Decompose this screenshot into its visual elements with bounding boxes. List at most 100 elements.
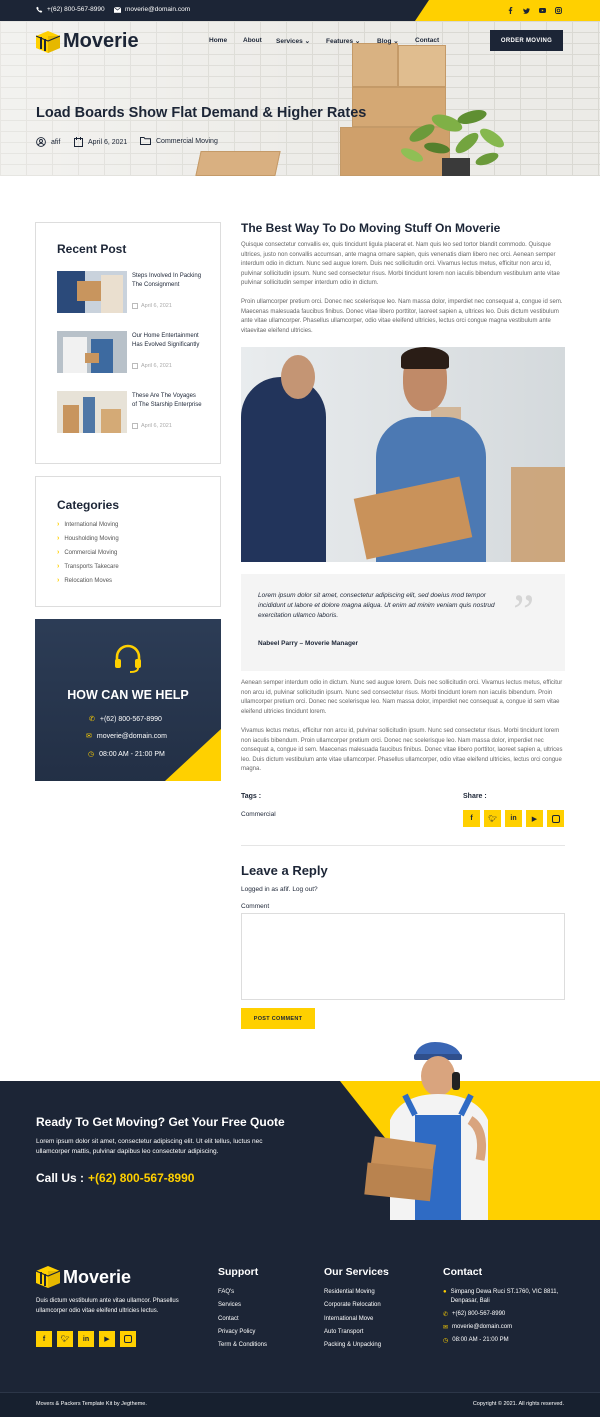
tag-link[interactable]: Commercial [241,811,276,818]
page-title: Load Boards Show Flat Demand & Higher Ra… [36,105,367,121]
category-item[interactable]: › Transports Takecare [57,563,119,570]
linkedin-icon[interactable]: in [78,1331,94,1347]
help-phone[interactable]: ✆ +(62) 800-567-8990 [89,715,162,724]
help-email[interactable]: ✉ moverie@domain.com [86,732,168,741]
facebook-icon[interactable] [505,5,516,16]
twitter-icon[interactable]: 🐦︎ [57,1331,73,1347]
nav-about[interactable]: About [243,37,262,44]
footer-link[interactable]: International Move [324,1316,373,1322]
category-item[interactable]: › Commercial Moving [57,549,117,556]
post-category[interactable]: Commercial Moving [140,137,218,145]
help-email-text: moverie@domain.com [96,732,168,740]
call-phone: +(62) 800-567-8990 [88,1171,195,1185]
nav-services[interactable]: Services ⌄ [276,37,310,45]
footer-link[interactable]: Residential Moving [324,1289,375,1295]
calendar-icon [74,137,83,147]
footer-link[interactable]: Services [218,1302,241,1308]
footer-link[interactable]: Privacy Policy [218,1329,255,1335]
category-item[interactable]: › International Moving [57,521,118,528]
mail-icon: ✉ [443,1325,449,1331]
box-logo-icon [36,1266,60,1288]
comment-textarea[interactable] [241,913,565,1000]
phone-icon [36,6,43,13]
plant-image [400,110,504,176]
twitter-icon[interactable]: 🐦︎ [484,810,501,827]
footer-social: f 🐦︎ in ▶ [36,1331,136,1347]
article-paragraph: Vivamus lectus metus, efficitur non arcu… [241,728,563,772]
footer-logo[interactable]: Moverie [36,1266,131,1288]
category-label: Housholding Moving [64,535,119,542]
article-paragraph: Quisque consectetur convallis ex, quis t… [241,242,560,286]
recent-post-date: April 6, 2021 [132,303,172,309]
footer-link[interactable]: Auto Transport [324,1329,363,1335]
twitter-icon[interactable] [521,5,532,16]
facebook-icon[interactable]: f [463,810,480,827]
top-bar: +(62) 800-567-8990 moverie@domain.com [0,0,600,21]
nav-contact[interactable]: Contact [415,37,439,44]
footer-hours: ◷ 08:00 AM - 21:00 PM [443,1337,509,1344]
date-text: April 6, 2021 [88,138,128,146]
footer-logo-text: Moverie [63,1266,132,1287]
recent-post-date-text: April 6, 2021 [141,303,172,309]
facebook-icon[interactable]: f [36,1331,52,1347]
recent-post-title[interactable]: Steps Involved In Packing The Consignmen… [132,272,202,289]
nav-services-label: Services [276,38,303,45]
category-item[interactable]: › Housholding Moving [57,535,119,542]
logo-text: Moverie [63,30,139,52]
footer-email[interactable]: ✉ moverie@domain.com [443,1324,512,1331]
recent-post-title[interactable]: These Are The Voyages of The Starship En… [132,392,202,409]
logged-in-text[interactable]: Logged in as afif. Log out? [241,886,318,893]
chevron-down-icon: ⌄ [304,38,311,45]
youtube-icon[interactable]: ▶ [526,810,543,827]
article-paragraph: Proin ullamcorper pretium orci. Donec ne… [241,299,563,334]
box-logo-icon [36,30,60,53]
youtube-icon[interactable]: ▶ [99,1331,115,1347]
footer-email-text: moverie@domain.com [452,1324,513,1330]
chevron-right-icon: › [57,549,60,556]
headset-icon [115,644,141,673]
recent-post-thumb[interactable] [57,331,127,373]
chevron-right-icon: › [57,577,60,584]
footer-phone[interactable]: ✆ +(62) 800-567-8990 [443,1311,505,1318]
footer-link[interactable]: FAQ's [218,1289,234,1295]
category-label: International Moving [64,521,119,528]
footer-link[interactable]: Corporate Relocation [324,1302,381,1308]
recent-post-date: April 6, 2021 [132,363,172,369]
linkedin-icon[interactable]: in [505,810,522,827]
topbar-email[interactable]: moverie@domain.com [114,6,190,13]
recent-post-thumb[interactable] [57,391,127,433]
chevron-down-icon: ⌄ [354,38,361,45]
order-moving-button[interactable]: ORDER MOVING [490,30,563,51]
cta-call[interactable]: Call Us : +(62) 800-567-8990 [36,1171,194,1185]
footer-link[interactable]: Term & Conditions [218,1342,267,1348]
nav-home[interactable]: Home [209,37,227,44]
nav-features[interactable]: Features ⌄ [326,37,360,45]
comment-label: Comment [241,903,270,910]
recent-post-title[interactable]: Our Home Entertainment Has Evolved Signi… [132,332,202,349]
recent-post-thumb[interactable] [57,271,127,313]
topbar-phone[interactable]: +(62) 800-567-8990 [36,6,105,13]
clock-icon: ◷ [88,751,95,758]
copyright-bar: Movers & Packers Template Kit by Jegthem… [0,1392,600,1417]
instagram-icon[interactable] [553,5,564,16]
category-item[interactable]: › Relocation Moves [57,577,112,584]
article-paragraph: Aenean semper interdum odio in dictum. N… [241,680,563,715]
reply-title: Leave a Reply [241,863,328,878]
chevron-right-icon: › [57,535,60,542]
instagram-icon[interactable] [547,810,564,827]
post-author[interactable]: afif [36,137,60,147]
address-text: Simpang Dewa Ruci ST.1760, VIC 8811, Den… [450,1289,559,1304]
instagram-icon[interactable] [120,1331,136,1347]
footer-link[interactable]: Packing & Unpacking [324,1342,381,1348]
youtube-icon[interactable] [537,5,548,16]
help-widget: HOW CAN WE HELP ✆ +(62) 800-567-8990 ✉ mov… [35,619,221,781]
site-logo[interactable]: Moverie [36,30,139,53]
post-comment-button[interactable]: POST COMMENT [241,1008,315,1029]
nav-blog[interactable]: Blog ⌄ [377,37,399,45]
call-label: Call Us : [36,1171,85,1185]
phone-icon: ✆ [443,1312,449,1318]
footer-link[interactable]: Contact [218,1316,239,1322]
chevron-right-icon: › [57,521,60,528]
footer-hours-text: 08:00 AM - 21:00 PM [452,1337,509,1343]
chevron-right-icon: › [57,563,60,570]
